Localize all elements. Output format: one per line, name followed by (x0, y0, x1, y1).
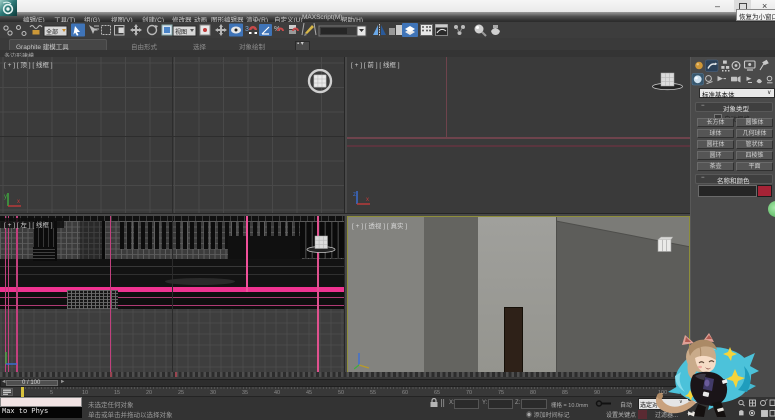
svg-text:x: x (366, 197, 369, 203)
svg-text:y: y (4, 194, 7, 200)
svg-text:视图: 视图 (175, 28, 187, 36)
svg-text:3: 3 (245, 26, 249, 33)
svg-text:z: z (353, 192, 356, 198)
svg-text:x: x (17, 199, 20, 205)
svg-text:全部: 全部 (46, 28, 58, 36)
